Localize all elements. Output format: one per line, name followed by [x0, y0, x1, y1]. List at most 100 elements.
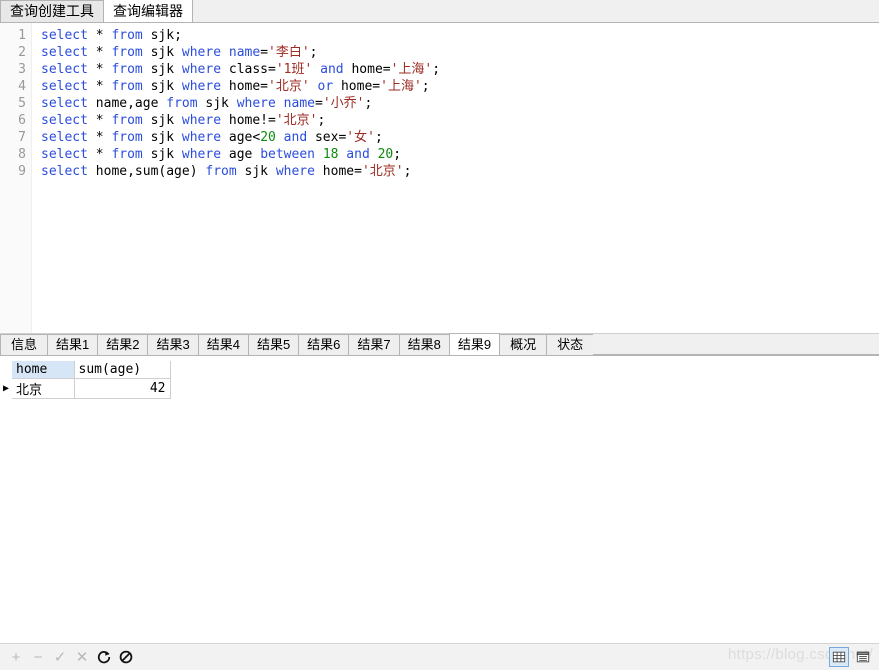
code-token: or — [317, 79, 334, 94]
code-token: ; — [317, 113, 326, 128]
result-tab-结果5[interactable]: 结果5 — [247, 334, 300, 355]
refresh-icon[interactable] — [94, 647, 114, 667]
code-token: from — [205, 164, 237, 179]
code-line: select * from sjk where age between 18 a… — [41, 146, 879, 163]
code-token: select — [41, 62, 88, 77]
result-tab-结果3[interactable]: 结果3 — [147, 334, 199, 355]
code-token: where — [181, 147, 222, 162]
result-tab-结果1[interactable]: 结果1 — [47, 334, 99, 355]
code-token: where — [181, 113, 222, 128]
code-token: from — [111, 147, 143, 162]
code-token: class= — [221, 62, 276, 77]
result-tab-信息[interactable]: 信息 — [0, 334, 48, 355]
result-tab-结果6[interactable]: 结果6 — [298, 334, 350, 355]
result-tab-结果2[interactable]: 结果2 — [97, 334, 149, 355]
code-token: where — [181, 62, 222, 77]
code-line: select * from sjk where class='1班' and h… — [41, 61, 879, 78]
result-tab-概况[interactable]: 概况 — [499, 334, 548, 355]
code-token: where — [275, 164, 315, 179]
code-token: select — [41, 113, 88, 128]
line-number: 2 — [18, 45, 26, 60]
result-grid-header-row: home sum(age) — [0, 361, 171, 379]
code-token: ; — [403, 164, 412, 179]
line-number: 9 — [18, 164, 26, 179]
delete-record-icon[interactable]: − — [28, 647, 48, 667]
query-editor-window: 查询创建工具 查询编辑器 1 2 3 4 5 6 7 8 9 select * … — [0, 0, 879, 670]
code-token: * — [95, 113, 104, 128]
code-token: select — [41, 28, 88, 43]
line-number: 5 — [18, 96, 26, 111]
code-token: name,age — [87, 96, 167, 111]
code-token: from — [111, 79, 143, 94]
cell-sum-age[interactable]: 42 — [74, 378, 171, 399]
code-token: ; — [309, 45, 318, 60]
table-row[interactable]: ▶ 北京 42 — [0, 378, 171, 399]
code-token: = — [314, 96, 323, 111]
code-line: select home,sum(age) from sjk where home… — [41, 163, 879, 180]
code-token: '女' — [346, 130, 375, 145]
column-header-sum-age[interactable]: sum(age) — [74, 361, 171, 379]
result-tab-bar: 信息 结果1 结果2 结果3 结果4 结果5 结果6 结果7 结果8 结果9 概况 状态 — [0, 333, 879, 356]
code-token: from — [111, 113, 143, 128]
form-view-button[interactable] — [853, 647, 873, 667]
code-token: '北京' — [361, 164, 404, 179]
code-token: select — [41, 164, 88, 179]
result-grid[interactable]: home sum(age) ▶ 北京 42 — [0, 361, 171, 399]
confirm-record-icon[interactable]: ✓ — [50, 647, 70, 667]
code-token: and — [320, 62, 344, 77]
code-token: select — [41, 96, 88, 111]
code-token: sex= — [307, 130, 347, 145]
result-tab-结果8[interactable]: 结果8 — [398, 334, 450, 355]
code-token: ; — [393, 147, 402, 162]
code-token: sjk — [197, 96, 237, 111]
code-token: and — [283, 130, 308, 145]
line-number-gutter: 1 2 3 4 5 6 7 8 9 — [0, 23, 32, 333]
code-token: age — [221, 147, 261, 162]
cancel-record-icon[interactable]: ✕ — [72, 647, 92, 667]
code-token: home,sum(age) — [87, 164, 206, 179]
code-token: age< — [221, 130, 261, 145]
code-token: '北京' — [275, 113, 318, 128]
code-token: '上海' — [390, 62, 433, 77]
stop-icon[interactable] — [116, 647, 136, 667]
result-tab-状态[interactable]: 状态 — [546, 334, 595, 355]
result-tab-结果7[interactable]: 结果7 — [348, 334, 400, 355]
result-tab-结果4[interactable]: 结果4 — [197, 334, 249, 355]
code-token: home= — [333, 79, 381, 94]
add-record-icon[interactable]: + — [6, 647, 26, 667]
result-tab-结果9[interactable]: 结果9 — [448, 333, 501, 355]
code-token: ; — [432, 62, 441, 77]
corner-cell — [0, 361, 12, 378]
code-token: '李白' — [268, 45, 310, 60]
code-token: home= — [221, 79, 269, 94]
code-token: where — [181, 79, 222, 94]
cell-home[interactable]: 北京 — [12, 378, 75, 399]
code-line: select * from sjk where age<20 and sex='… — [41, 129, 879, 146]
code-token: from — [166, 96, 198, 111]
code-token: sjk — [142, 130, 182, 145]
code-token: '小乔' — [322, 96, 365, 111]
sql-code-area[interactable]: select * from sjk; select * from sjk wher… — [32, 23, 879, 333]
line-number: 1 — [18, 28, 26, 43]
grid-view-button[interactable] — [829, 647, 849, 667]
code-token: * — [95, 28, 104, 43]
column-header-home[interactable]: home — [12, 361, 75, 379]
tab-query-builder[interactable]: 查询创建工具 — [0, 0, 104, 22]
code-token: ; — [374, 130, 383, 145]
tab-query-editor[interactable]: 查询编辑器 — [103, 0, 193, 22]
sql-editor[interactable]: 1 2 3 4 5 6 7 8 9 select * from sjk; sele… — [0, 23, 879, 334]
code-token: sjk — [142, 45, 182, 60]
code-token: * — [95, 45, 104, 60]
code-token: from — [111, 62, 143, 77]
code-token: select — [41, 45, 88, 60]
code-token: * — [95, 79, 104, 94]
code-token: where — [181, 45, 222, 60]
